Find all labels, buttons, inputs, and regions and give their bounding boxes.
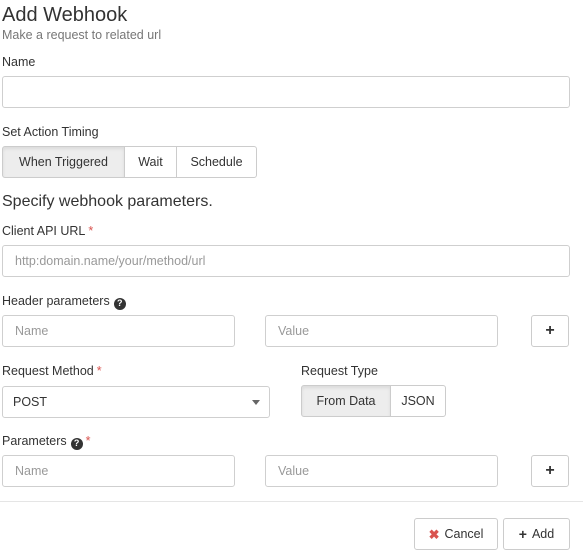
- param-value-input[interactable]: [265, 455, 498, 487]
- cancel-button[interactable]: ✖ Cancel: [414, 518, 498, 550]
- parameters-label: Parameters? *: [2, 434, 90, 450]
- add-param-button[interactable]: +: [531, 455, 569, 487]
- request-method-label: Request Method *: [2, 364, 102, 378]
- question-circle-icon[interactable]: ?: [113, 297, 126, 310]
- request-method-select[interactable]: POST: [2, 386, 270, 418]
- header-param-name-input[interactable]: [2, 315, 235, 347]
- cancel-button-label: Cancel: [444, 527, 484, 541]
- name-label: Name: [2, 55, 36, 69]
- client-api-url-label: Client API URL *: [2, 224, 93, 238]
- client-api-url-label-text: Client API URL: [2, 224, 86, 238]
- caret-down-icon: [252, 400, 260, 405]
- add-button-label: Add: [531, 527, 555, 541]
- header-parameters-label-text: Header parameters: [2, 294, 110, 308]
- required-mark: *: [88, 224, 94, 238]
- request-type-json-button[interactable]: JSON: [390, 385, 446, 417]
- action-timing-group: When Triggered Wait Schedule: [2, 146, 257, 178]
- x-icon: ✖: [428, 526, 440, 542]
- required-mark: *: [96, 364, 102, 378]
- name-input[interactable]: [2, 76, 570, 108]
- question-circle-icon[interactable]: ?: [70, 437, 83, 450]
- add-header-param-button[interactable]: +: [531, 315, 569, 347]
- request-type-group: From Data JSON: [301, 385, 446, 417]
- timing-wait-button[interactable]: Wait: [124, 146, 177, 178]
- add-button[interactable]: + Add: [503, 518, 570, 550]
- plus-icon: +: [545, 322, 555, 339]
- header-param-value-input[interactable]: [265, 315, 498, 347]
- timing-schedule-button[interactable]: Schedule: [176, 146, 257, 178]
- timing-when-triggered-button[interactable]: When Triggered: [2, 146, 125, 178]
- page-subtitle: Make a request to related url: [2, 28, 162, 42]
- request-method-value: POST: [13, 395, 48, 409]
- footer-divider: [0, 501, 583, 502]
- plus-icon: +: [518, 526, 527, 542]
- request-type-from-data-button[interactable]: From Data: [301, 385, 391, 417]
- section-title: Specify webhook parameters.: [2, 193, 213, 210]
- action-timing-label: Set Action Timing: [2, 125, 99, 139]
- request-method-label-text: Request Method: [2, 364, 94, 378]
- param-name-input[interactable]: [2, 455, 235, 487]
- client-api-url-input[interactable]: [2, 245, 570, 277]
- page-title: Add Webhook: [2, 4, 128, 26]
- required-mark: *: [85, 434, 91, 448]
- request-type-label: Request Type: [301, 364, 378, 378]
- parameters-label-text: Parameters: [2, 434, 67, 448]
- plus-icon: +: [545, 462, 555, 479]
- header-parameters-label: Header parameters?: [2, 294, 126, 310]
